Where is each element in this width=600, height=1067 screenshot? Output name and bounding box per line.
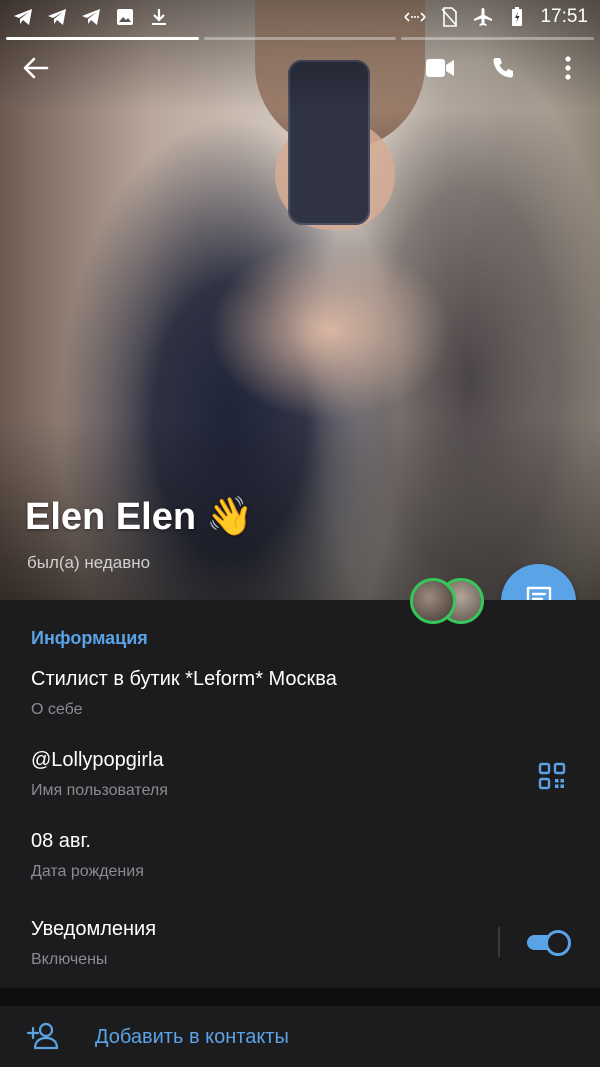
birthday-value: 08 авг. (31, 830, 91, 852)
profile-name-row: Elen Elen 👋 (25, 495, 253, 539)
video-call-icon (425, 58, 455, 83)
telegram-icon (80, 6, 102, 28)
waving-hand-emoji: 👋 (206, 496, 254, 538)
add-user-icon (26, 1022, 61, 1055)
toggle-knob (545, 930, 571, 956)
story-progress-segment (401, 37, 595, 40)
arrow-left-icon (23, 57, 49, 84)
birthday-label: Дата рождения (31, 863, 144, 880)
notifications-label: Включены (31, 951, 108, 968)
username-value: @Lollypopgirla (31, 749, 164, 771)
airplane-icon (472, 6, 494, 28)
story-progress-segment (6, 37, 199, 40)
download-icon (148, 6, 170, 28)
username-row[interactable]: @Lollypopgirla Имя пользователя (31, 749, 168, 800)
username-label: Имя пользователя (31, 782, 168, 799)
profile-toolbar (0, 48, 600, 92)
story-avatar[interactable] (410, 578, 456, 624)
no-sim-icon (438, 6, 460, 28)
story-progress-segment (203, 37, 397, 40)
telegram-icon (46, 6, 68, 28)
status-bar: 17:51 (0, 0, 600, 36)
stories-preview[interactable] (410, 578, 484, 624)
birthday-row[interactable]: 08 авг. Дата рождения (31, 830, 144, 881)
nfc-icon (404, 6, 427, 28)
status-bar-time: 17:51 (540, 6, 588, 27)
profile-name: Elen Elen (25, 495, 197, 538)
back-button[interactable] (14, 48, 58, 92)
qr-code-icon (538, 762, 566, 794)
phone-icon (491, 56, 515, 85)
notifications-divider (498, 927, 500, 957)
profile-last-seen: был(а) недавно (27, 553, 151, 572)
image-icon (114, 6, 136, 28)
add-contact-label: Добавить в контакты (95, 1026, 289, 1048)
more-vertical-icon (565, 55, 571, 85)
bio-value: Стилист в бутик *Leform* Москва (31, 668, 337, 690)
bio-row[interactable]: Стилист в бутик *Leform* Москва О себе (31, 668, 337, 719)
story-progress (6, 37, 595, 40)
status-bar-system: 17:51 (404, 6, 588, 28)
info-section-title: Информация (31, 628, 148, 648)
notifications-toggle[interactable] (527, 930, 571, 956)
bio-label: О себе (31, 701, 83, 718)
add-contact-button[interactable]: Добавить в контакты (0, 1006, 600, 1067)
more-menu-button[interactable] (546, 48, 590, 92)
notifications-row[interactable]: Уведомления Включены (31, 918, 156, 969)
call-button[interactable] (481, 48, 525, 92)
battery-icon (506, 6, 528, 28)
video-call-button[interactable] (418, 48, 462, 92)
telegram-icon (12, 6, 34, 28)
qr-code-button[interactable] (538, 762, 566, 795)
info-section: Информация Стилист в бутик *Leform* Моск… (0, 600, 600, 988)
status-bar-notifications (12, 6, 170, 28)
section-divider (0, 988, 600, 1006)
notifications-value: Уведомления (31, 918, 157, 940)
